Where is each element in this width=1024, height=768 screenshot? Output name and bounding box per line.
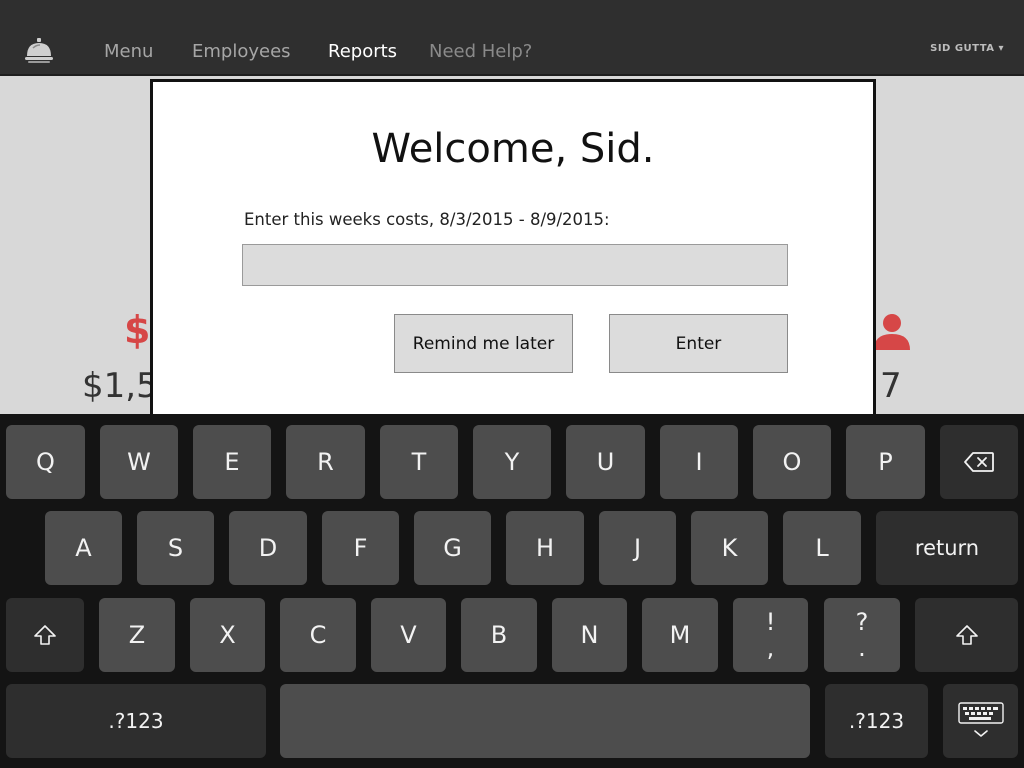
key-l[interactable]: L <box>783 511 861 585</box>
remind-later-button[interactable]: Remind me later <box>394 314 573 373</box>
keyboard-dismiss-icon <box>957 702 1004 737</box>
key-g[interactable]: G <box>414 511 491 585</box>
key-w[interactable]: W <box>100 425 178 499</box>
keyboard-dismiss-key[interactable] <box>943 684 1018 758</box>
key-z[interactable]: Z <box>99 598 175 672</box>
key-o[interactable]: O <box>753 425 831 499</box>
key-bottom-char: . <box>858 634 866 662</box>
key-bottom-char: , <box>766 634 775 662</box>
numbers-mode-key-right[interactable]: .?123 <box>825 684 928 758</box>
key-exclaim-comma[interactable]: !, <box>733 598 808 672</box>
backspace-icon <box>964 452 994 472</box>
key-h[interactable]: H <box>506 511 584 585</box>
nav-item-employees[interactable]: Employees <box>192 41 291 62</box>
key-u[interactable]: U <box>566 425 645 499</box>
dollar-icon: $ <box>124 308 151 352</box>
weekly-costs-input[interactable] <box>242 244 788 286</box>
key-s[interactable]: S <box>137 511 214 585</box>
enter-button[interactable]: Enter <box>609 314 788 373</box>
key-x[interactable]: X <box>190 598 265 672</box>
shift-icon <box>955 625 978 645</box>
key-c[interactable]: C <box>280 598 356 672</box>
key-p[interactable]: P <box>846 425 925 499</box>
key-r[interactable]: R <box>286 425 365 499</box>
welcome-modal: Welcome, Sid. Enter this weeks costs, 8/… <box>150 79 876 424</box>
key-a[interactable]: A <box>45 511 122 585</box>
key-d[interactable]: D <box>229 511 307 585</box>
person-icon <box>874 314 910 350</box>
backspace-key[interactable] <box>940 425 1018 499</box>
cost-value: $1,5 <box>82 366 158 406</box>
nav-item-reports[interactable]: Reports <box>328 41 397 62</box>
space-key[interactable] <box>280 684 810 758</box>
key-b[interactable]: B <box>461 598 537 672</box>
key-f[interactable]: F <box>322 511 399 585</box>
numbers-mode-key-left[interactable]: .?123 <box>6 684 266 758</box>
modal-title: Welcome, Sid. <box>371 126 655 172</box>
key-t[interactable]: T <box>380 425 458 499</box>
on-screen-keyboard: Q W E R T Y U I O P A S D F G H J K L re… <box>0 414 1024 768</box>
key-k[interactable]: K <box>691 511 768 585</box>
shift-key-left[interactable] <box>6 598 84 672</box>
modal-prompt: Enter this weeks costs, 8/3/2015 - 8/9/2… <box>244 210 610 229</box>
nav-item-menu[interactable]: Menu <box>104 41 153 62</box>
key-q[interactable]: Q <box>6 425 85 499</box>
key-m[interactable]: M <box>642 598 718 672</box>
user-menu[interactable]: SID GUTTA ▾ <box>930 43 1004 54</box>
key-question-period[interactable]: ?. <box>824 598 900 672</box>
shift-icon <box>34 625 56 645</box>
key-v[interactable]: V <box>371 598 446 672</box>
key-y[interactable]: Y <box>473 425 551 499</box>
key-top-char: ? <box>855 608 869 636</box>
service-bell-icon[interactable] <box>24 36 54 64</box>
key-i[interactable]: I <box>660 425 738 499</box>
staff-value: 7 <box>880 366 902 406</box>
key-e[interactable]: E <box>193 425 271 499</box>
key-top-char: ! <box>765 608 776 636</box>
shift-key-right[interactable] <box>915 598 1018 672</box>
return-key[interactable]: return <box>876 511 1018 585</box>
nav-item-need-help[interactable]: Need Help? <box>429 41 532 62</box>
key-j[interactable]: J <box>599 511 676 585</box>
key-n[interactable]: N <box>552 598 627 672</box>
top-navbar: Menu Employees Reports Need Help? SID GU… <box>0 0 1024 76</box>
